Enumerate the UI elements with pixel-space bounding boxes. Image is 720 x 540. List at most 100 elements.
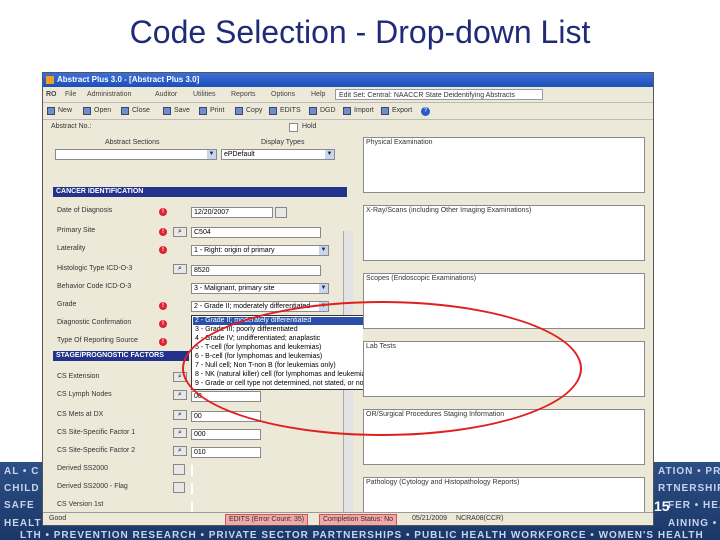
new-icon: [47, 107, 55, 115]
menu-reports[interactable]: Reports: [231, 91, 256, 98]
slide-title: Code Selection - Drop-down List: [129, 14, 591, 50]
field-label: Derived SS2000 - Flag: [57, 483, 128, 490]
app-logo: RO: [46, 91, 57, 98]
field-label: CS Mets at DX: [57, 411, 104, 418]
footer-text: FER • HEA: [668, 500, 720, 511]
calculator-icon[interactable]: [173, 464, 185, 475]
dgd-icon: [309, 107, 317, 115]
open-button[interactable]: Open: [83, 106, 111, 116]
chevron-down-icon: ▼: [207, 150, 216, 159]
import-button[interactable]: Import: [343, 106, 374, 116]
lookup-search-icon[interactable]: ⌕: [173, 410, 187, 420]
cancer-identification-header: CANCER IDENTIFICATION: [53, 187, 347, 197]
warning-icon: !: [159, 208, 167, 216]
status-bar: Good EDITS (Error Count: 35) Completion …: [43, 512, 653, 525]
import-icon: [343, 107, 351, 115]
print-icon: [199, 107, 207, 115]
warning-icon: !: [159, 302, 167, 310]
cs-version-value: [191, 501, 193, 512]
field-label: CS Site-Specific Factor 2: [57, 447, 136, 454]
export-icon: [381, 107, 389, 115]
field-label: CS Version 1st: [57, 501, 104, 508]
histologic-type-input[interactable]: 8520: [191, 265, 321, 276]
menu-help[interactable]: Help: [311, 91, 325, 98]
lookup-search-icon[interactable]: ⌕: [173, 446, 187, 456]
display-types-select[interactable]: ePDefault ▼: [221, 149, 335, 160]
help-icon[interactable]: ?: [421, 106, 430, 116]
edit-set-label: Edit Set: Central: NAACCR State Deidenti…: [335, 89, 543, 100]
edits-button[interactable]: EDITS: [269, 106, 301, 116]
footer-text: LTH • PREVENTION RESEARCH • PRIVATE SECT…: [20, 530, 704, 540]
menu-bar: RO File Administration Auditor Utilities…: [43, 88, 653, 103]
warning-icon: !: [159, 228, 167, 236]
warning-icon: !: [159, 246, 167, 254]
annotation-circle: [182, 301, 582, 436]
page-number: 15: [654, 498, 670, 514]
abstract-sections-label: Abstract Sections: [105, 139, 160, 146]
footer-text: CHILD: [4, 483, 40, 494]
cs-ssf1-input[interactable]: 000: [191, 429, 261, 440]
field-label: Behavior Code ICD-O-3: [57, 283, 132, 290]
status-user: NCRA08(CCR): [456, 515, 504, 522]
lookup-search-icon[interactable]: ⌕: [173, 428, 187, 438]
lookup-search-icon[interactable]: ⌕: [173, 264, 187, 274]
field-label: Date of Diagnosis: [57, 207, 113, 214]
footer-text: HEALT: [4, 518, 42, 529]
field-label: Laterality: [57, 245, 86, 252]
close-button[interactable]: Close: [121, 106, 150, 116]
copy-icon: [235, 107, 243, 115]
derived-ss2000-value: [191, 465, 193, 476]
menu-options[interactable]: Options: [271, 91, 295, 98]
laterality-select[interactable]: 1 - Right: origin of primary ▼: [191, 245, 329, 256]
menu-utilities[interactable]: Utilities: [193, 91, 216, 98]
menu-administration[interactable]: Administration: [87, 91, 131, 98]
window-titlebar[interactable]: Abstract Plus 3.0 - [Abstract Plus 3.0]: [43, 73, 653, 87]
save-icon: [163, 107, 171, 115]
lookup-search-icon[interactable]: ⌕: [173, 390, 187, 400]
app-window: Abstract Plus 3.0 - [Abstract Plus 3.0] …: [42, 72, 654, 526]
save-button[interactable]: Save: [163, 106, 190, 116]
footer-text: ATION • PR: [658, 466, 720, 477]
status-date: 05/21/2009: [412, 515, 448, 522]
primary-site-input[interactable]: C504: [191, 227, 321, 238]
chevron-down-icon: ▼: [325, 150, 334, 159]
footer-text: SAFE: [4, 500, 35, 511]
menu-file[interactable]: File: [65, 91, 76, 98]
completion-status: Completion Status: No: [319, 514, 398, 525]
footer-text: AINING • C: [668, 518, 720, 529]
field-label: CS Site-Specific Factor 1: [57, 429, 136, 436]
abstract-sections-select[interactable]: ▼: [55, 149, 217, 160]
behavior-code-select[interactable]: 3 - Malignant, primary site ▼: [191, 283, 329, 294]
chevron-down-icon: ▼: [319, 284, 328, 293]
copy-button[interactable]: Copy: [235, 106, 262, 116]
date-of-diagnosis-input[interactable]: 12/20/2007: [191, 207, 273, 218]
xray-scans-note[interactable]: X-Ray/Scans (including Other Imaging Exa…: [363, 205, 645, 261]
footer-text: AL • C: [4, 466, 40, 477]
cs-ssf2-input[interactable]: 010: [191, 447, 261, 458]
stage-prognostic-header: STAGE/PROGNOSTIC FACTORS: [53, 351, 189, 361]
hold-checkbox[interactable]: [289, 123, 298, 132]
field-label: Histologic Type ICD-O-3: [57, 265, 133, 272]
calculator-icon[interactable]: [173, 482, 185, 493]
edits-error-count[interactable]: EDITS (Error Count: 35): [225, 514, 309, 525]
new-button[interactable]: New: [47, 106, 72, 116]
print-button[interactable]: Print: [199, 106, 224, 116]
field-label: Grade: [57, 301, 77, 308]
menu-auditor[interactable]: Auditor: [155, 91, 177, 98]
display-types-label: Display Types: [261, 139, 305, 146]
app-icon: [46, 76, 54, 84]
field-label: Type Of Reporting Source: [57, 337, 138, 344]
field-label: Diagnostic Confirmation: [57, 319, 132, 326]
field-label: Primary Site: [57, 227, 96, 234]
derived-ss2000-flag-value: [191, 483, 193, 494]
export-button[interactable]: Export: [381, 106, 412, 116]
physical-exam-note[interactable]: Physical Examination: [363, 137, 645, 193]
toolbar: New Open Close Save Print Copy EDITS DGD…: [43, 103, 653, 120]
close-icon: [121, 107, 129, 115]
pathology-note[interactable]: Pathology (Cytology and Histopathology R…: [363, 477, 645, 513]
field-label: CS Lymph Nodes: [57, 391, 112, 398]
dgd-button[interactable]: DGD: [309, 106, 336, 116]
footer-text: RTNERSHIPS: [658, 483, 720, 494]
calendar-icon[interactable]: [275, 207, 287, 218]
lookup-search-icon[interactable]: ⌕: [173, 227, 187, 237]
